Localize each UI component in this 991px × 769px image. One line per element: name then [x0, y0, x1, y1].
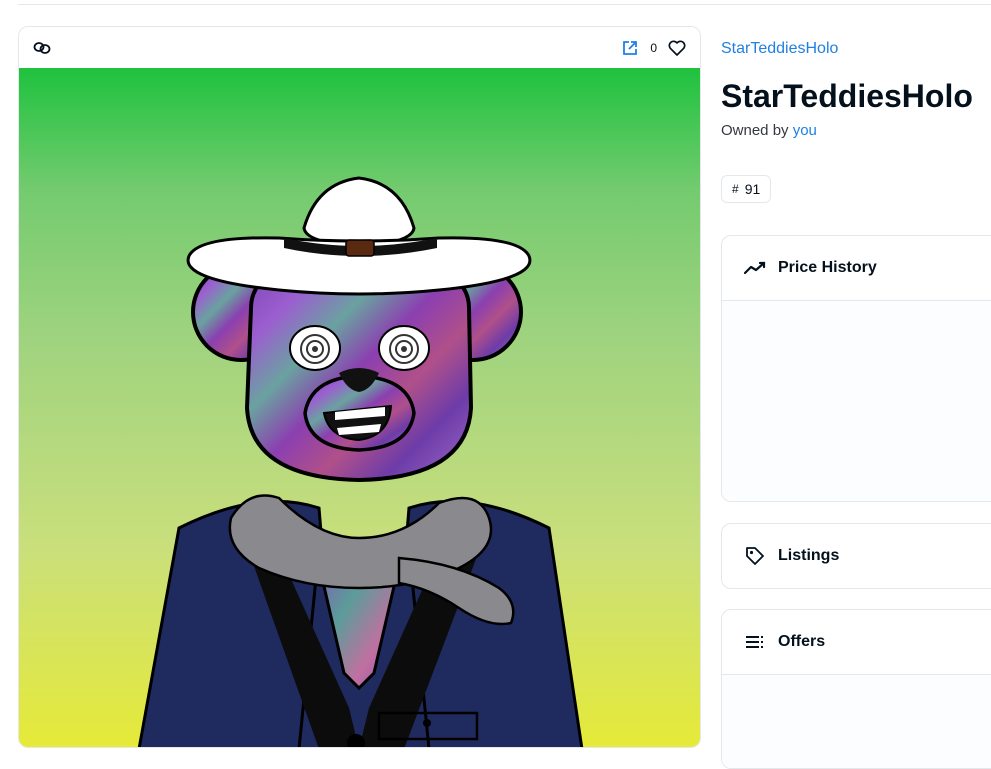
listings-title: Listings [778, 547, 840, 564]
offers-panel: Offers [721, 609, 991, 769]
price-history-title: Price History [778, 259, 877, 276]
media-header: 0 [19, 27, 700, 68]
chain-icon [31, 37, 53, 59]
hash-symbol: # [732, 182, 739, 196]
heart-icon[interactable] [667, 38, 687, 58]
offers-body [722, 674, 991, 768]
bear-illustration [137, 176, 584, 747]
item-media-card: 0 [18, 26, 701, 748]
nft-artwork[interactable] [19, 68, 700, 747]
listings-panel: Listings [721, 523, 991, 589]
collection-link[interactable]: StarTeddiesHolo [721, 40, 838, 58]
token-id-badge: # 91 [721, 175, 772, 203]
open-external-icon[interactable] [620, 38, 640, 58]
token-id: 91 [744, 181, 761, 197]
item-title: StarTeddiesHolo [721, 78, 973, 114]
listings-header[interactable]: Listings [722, 524, 991, 588]
favorite-count: 0 [650, 40, 657, 55]
media-actions: 0 [620, 38, 687, 58]
owner-link[interactable]: you [793, 122, 817, 139]
offers-header[interactable]: Offers [722, 610, 991, 674]
offers-title: Offers [778, 633, 826, 650]
tag-icon [744, 545, 766, 567]
list-icon [744, 631, 766, 653]
price-history-body [722, 300, 991, 501]
price-history-header[interactable]: Price History [722, 236, 991, 300]
top-divider [18, 4, 991, 5]
price-history-panel: Price History [721, 235, 991, 502]
trending-icon [744, 257, 766, 279]
owned-by-prefix: Owned by [721, 122, 789, 139]
owned-by: Owned by you [721, 122, 817, 139]
